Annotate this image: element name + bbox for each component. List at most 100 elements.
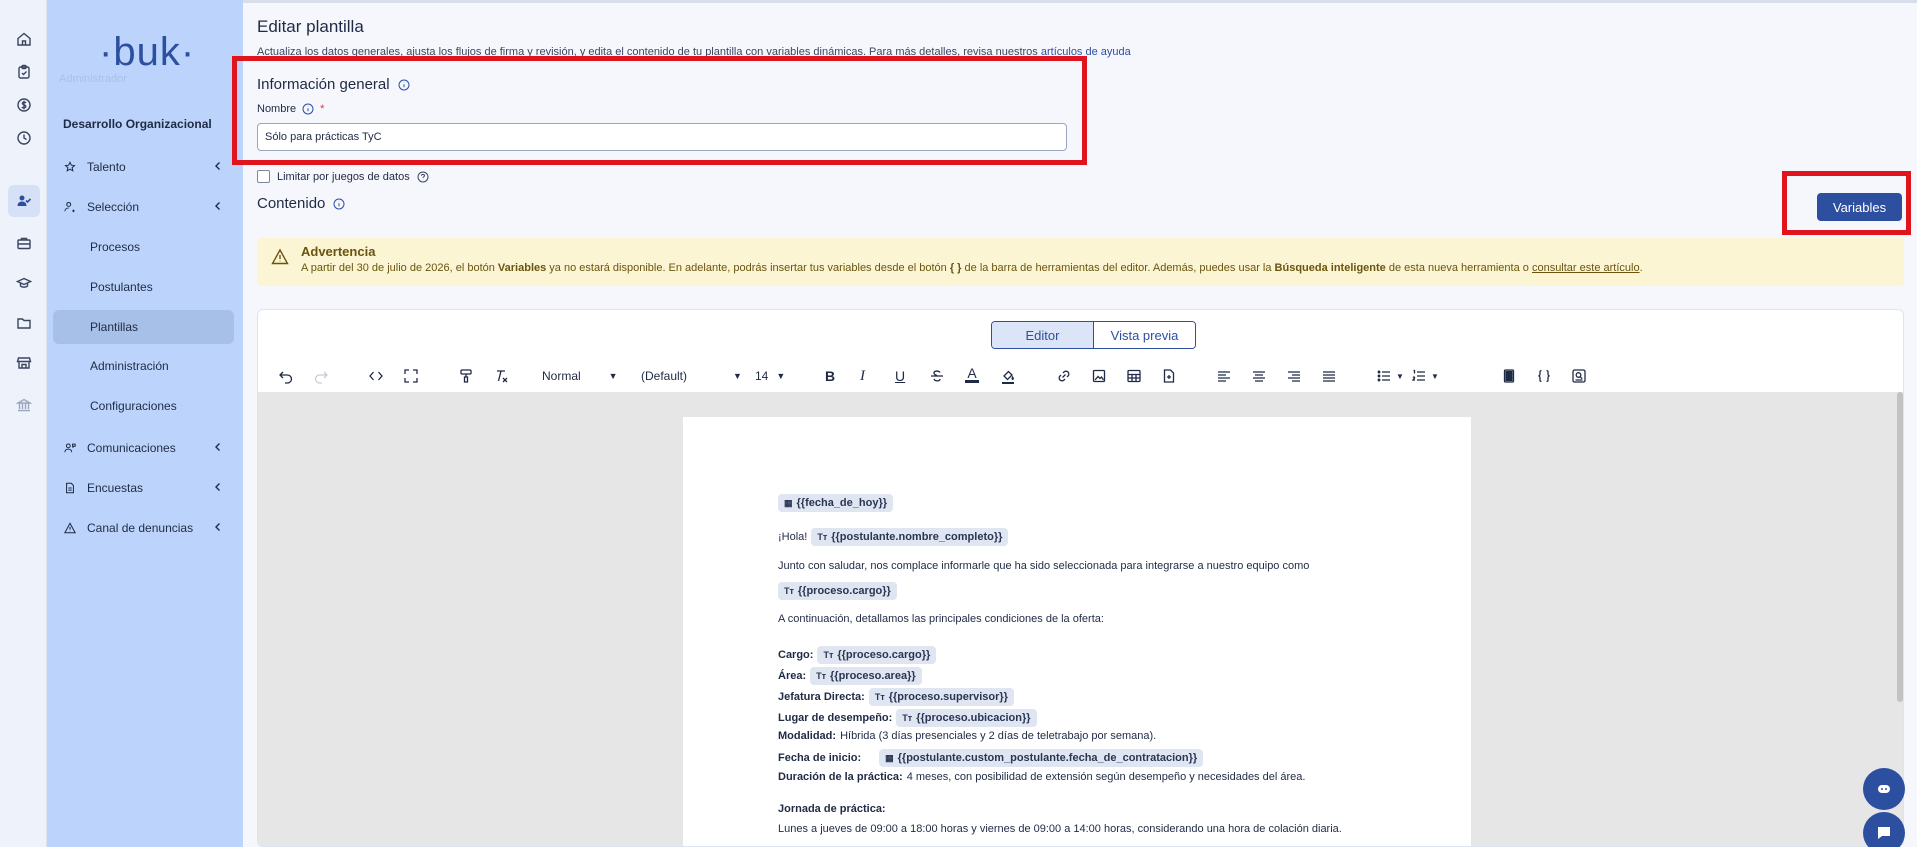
- document-icon: [63, 481, 77, 495]
- caret-down-icon: ▼: [608, 371, 618, 381]
- table-icon[interactable]: [1126, 367, 1142, 385]
- highlight-box-variables: [1782, 171, 1911, 235]
- redo-icon[interactable]: [313, 367, 329, 385]
- field-value: Híbrida (3 días presenciales y 2 días de…: [840, 730, 1157, 742]
- code-view-icon[interactable]: [368, 367, 384, 385]
- smart-search-icon[interactable]: [1571, 367, 1587, 385]
- clock-icon[interactable]: [8, 122, 40, 154]
- highlight-color-icon[interactable]: [1000, 367, 1016, 385]
- align-justify-icon[interactable]: [1321, 367, 1337, 385]
- sidebar-section-title: Desarrollo Organizacional: [63, 117, 212, 131]
- bank-icon[interactable]: [8, 389, 40, 421]
- paragraph-style-select[interactable]: Normal ▼: [542, 367, 618, 385]
- tab-preview[interactable]: Vista previa: [1094, 322, 1195, 348]
- editor-mode-toggle: Editor Vista previa: [991, 321, 1196, 349]
- warning-article-link[interactable]: consultar este artículo: [1532, 262, 1640, 274]
- document-page[interactable]: ▦ {{fecha_de_hoy}} ¡Hola! Tт {{postulante.…: [683, 417, 1471, 846]
- scrollbar-thumb[interactable]: [1897, 392, 1903, 702]
- fullscreen-icon[interactable]: [403, 367, 419, 385]
- warning-banner: Advertencia A partir del 30 de julio de …: [257, 238, 1904, 286]
- bulleted-list-icon[interactable]: ▼: [1376, 367, 1404, 385]
- align-center-icon[interactable]: [1251, 367, 1267, 385]
- sidebar-item-talento[interactable]: Talento: [53, 150, 234, 184]
- field-label: Cargo:: [778, 649, 814, 661]
- font-size-select[interactable]: 14 ▼: [755, 367, 785, 385]
- limit-datasets-checkbox[interactable]: [257, 170, 270, 183]
- variable-chip[interactable]: Tт {{proceso.cargo}}: [817, 646, 937, 664]
- people-icon[interactable]: [8, 185, 40, 217]
- caret-down-icon: ▼: [1431, 371, 1439, 381]
- info-icon[interactable]: [333, 198, 345, 210]
- page-title: Editar plantilla: [257, 17, 364, 36]
- sidebar-subitem-administracion[interactable]: Administración: [53, 349, 234, 383]
- help-circle-icon[interactable]: [417, 171, 429, 183]
- format-painter-icon[interactable]: [458, 367, 474, 385]
- sidebar-subitem-postulantes[interactable]: Postulantes: [53, 270, 234, 304]
- font-color-letter: A: [967, 365, 977, 381]
- image-icon[interactable]: [1091, 367, 1107, 385]
- variable-chip[interactable]: Tт {{postulante.nombre_completo}}: [811, 528, 1009, 546]
- chevron-left-icon: [212, 481, 224, 493]
- highlight-box-general-info: [232, 56, 1087, 165]
- briefcase-icon[interactable]: [8, 227, 40, 259]
- alert-triangle-icon: [63, 521, 77, 535]
- sidebar-item-encuestas[interactable]: Encuestas: [53, 471, 234, 505]
- page-break-icon[interactable]: [1501, 367, 1517, 385]
- warning-text-bold: Búsqueda inteligente: [1274, 262, 1386, 274]
- graduation-cap-icon[interactable]: [8, 267, 40, 299]
- font-color-button[interactable]: A: [965, 366, 979, 386]
- variable-chip-text: {{postulante.nombre_completo}}: [831, 531, 1003, 543]
- align-right-icon[interactable]: [1286, 367, 1302, 385]
- folder-icon[interactable]: [8, 307, 40, 339]
- tab-editor[interactable]: Editor: [992, 322, 1094, 348]
- link-icon[interactable]: [1056, 367, 1072, 385]
- logo-text: ·buk·: [99, 30, 196, 74]
- chat-button[interactable]: [1863, 812, 1905, 847]
- underline-button[interactable]: U: [895, 367, 905, 385]
- variable-chip[interactable]: Tт {{proceso.cargo}}: [778, 582, 897, 600]
- insert-document-icon[interactable]: [1161, 367, 1177, 385]
- top-divider: [243, 0, 1917, 3]
- buk-logo[interactable]: ·buk·: [99, 30, 199, 74]
- sidebar-item-canal-de-denuncias[interactable]: Canal de denuncias: [53, 511, 234, 545]
- editor-toolbar: Normal ▼ (Default) ▼ 14 ▼ B I U A ▼ ▼: [258, 357, 1903, 395]
- document-canvas[interactable]: ▦ {{fecha_de_hoy}} ¡Hola! Tт {{postulante.…: [258, 392, 1903, 846]
- variable-chip-text: {{proceso.area}}: [830, 670, 916, 682]
- align-left-icon[interactable]: [1216, 367, 1232, 385]
- caret-down-icon: ▼: [733, 371, 742, 381]
- sidebar-subitem-configuraciones[interactable]: Configuraciones: [53, 389, 234, 423]
- variable-chip[interactable]: ▦ {{postulante.custom_postulante.fecha_de…: [879, 749, 1204, 767]
- calendar-icon: ▦: [885, 752, 894, 763]
- chatbot-button[interactable]: [1863, 768, 1905, 810]
- sidebar-subitem-plantillas[interactable]: Plantillas: [53, 310, 234, 344]
- chevron-left-icon: [212, 521, 224, 533]
- variable-chip[interactable]: Tт {{proceso.area}}: [810, 667, 922, 685]
- variables-braces-icon[interactable]: [1536, 367, 1552, 385]
- warning-text-part: de la barra de herramientas del editor. …: [961, 262, 1275, 274]
- greeting-text: ¡Hola!: [778, 531, 808, 543]
- warning-triangle-icon: [271, 248, 289, 265]
- undo-icon[interactable]: [278, 367, 294, 385]
- store-icon[interactable]: [8, 347, 40, 379]
- caret-down-icon: ▼: [1396, 371, 1404, 381]
- field-label: Lugar de desempeño:: [778, 712, 893, 724]
- caret-down-icon: ▼: [776, 371, 786, 381]
- sidebar-item-comunicaciones[interactable]: Comunicaciones: [53, 431, 234, 465]
- numbered-list-icon[interactable]: ▼: [1411, 367, 1439, 385]
- font-family-select[interactable]: (Default) ▼: [641, 367, 742, 385]
- supervisor-line: Jefatura Directa: Tт {{proceso.supervisor…: [778, 688, 1014, 706]
- sidebar-item-label: Canal de denuncias: [87, 521, 194, 535]
- star-icon: [63, 160, 77, 174]
- bold-button[interactable]: B: [825, 367, 835, 385]
- strikethrough-icon[interactable]: [929, 367, 945, 385]
- sidebar-subitem-procesos[interactable]: Procesos: [53, 230, 234, 264]
- dollar-icon[interactable]: [8, 89, 40, 121]
- italic-button[interactable]: I: [860, 367, 865, 385]
- variable-chip[interactable]: ▦ {{fecha_de_hoy}}: [778, 494, 894, 512]
- home-icon[interactable]: [8, 23, 40, 55]
- variable-chip[interactable]: Tт {{proceso.ubicacion}}: [896, 709, 1037, 727]
- variable-chip[interactable]: Tт {{proceso.supervisor}}: [868, 688, 1014, 706]
- clipboard-icon[interactable]: [8, 56, 40, 88]
- sidebar-item-seleccion[interactable]: Selección: [53, 190, 234, 224]
- clear-format-icon[interactable]: [493, 367, 509, 385]
